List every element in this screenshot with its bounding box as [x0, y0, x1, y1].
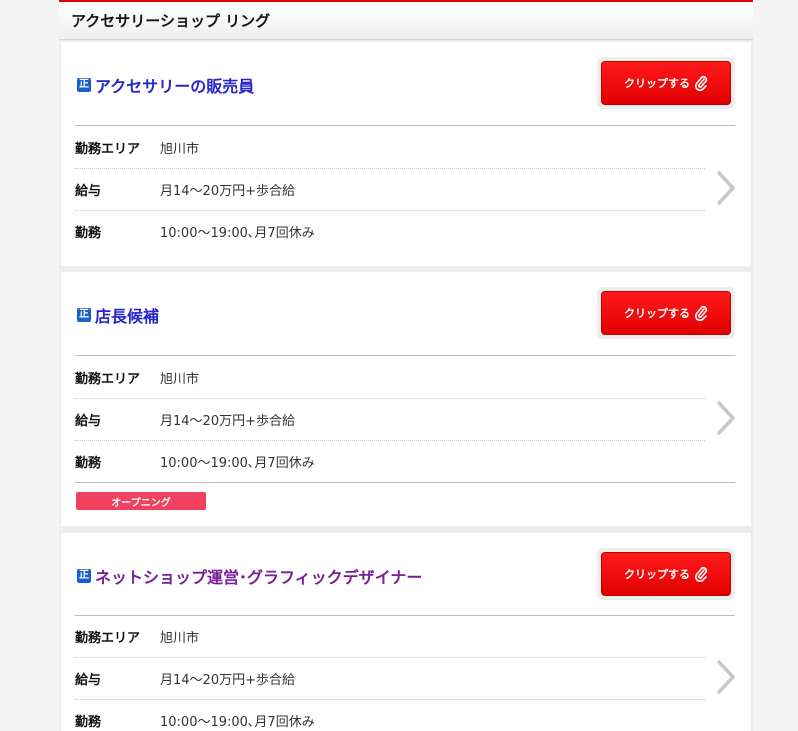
clip-button-label: クリップする: [624, 568, 690, 581]
info-row-area: 勤務エリア 旭川市: [75, 126, 705, 169]
hours-label: 勤務: [75, 225, 102, 241]
job-card[interactable]: 正 店長候補 クリップする 勤務エリア 旭川市 給与 月14〜20万円+歩合給: [61, 272, 751, 526]
job-title-link[interactable]: 正 店長候補: [77, 303, 159, 327]
clip-button-label: クリップする: [624, 77, 690, 90]
area-value: 旭川市: [160, 371, 200, 387]
info-row-hours: 勤務 10:00〜19:00､月7回休み: [75, 440, 705, 482]
info-row-area: 勤務エリア 旭川市: [75, 615, 705, 658]
shop-name-heading: アクセサリーショップ リング: [71, 12, 271, 30]
paperclip-icon: [694, 566, 708, 582]
hours-value: 10:00〜19:00､月7回休み: [160, 225, 315, 241]
salary-label: 給与: [75, 183, 102, 199]
clip-button[interactable]: クリップする: [601, 552, 731, 596]
hours-value: 10:00〜19:00､月7回休み: [160, 455, 315, 471]
card-divider: [75, 482, 735, 483]
page: アクセサリーショップ リング 正 アクセサリーの販売員 クリップする 勤務エリア…: [0, 0, 798, 731]
info-row-hours: 勤務 10:00〜19:00､月7回休み: [75, 699, 705, 731]
section-header: アクセサリーショップ リング: [59, 0, 753, 40]
clip-button[interactable]: クリップする: [601, 61, 731, 105]
salary-label: 給与: [75, 413, 102, 429]
salary-value: 月14〜20万円+歩合給: [160, 672, 295, 688]
info-row-salary: 給与 月14〜20万円+歩合給: [75, 398, 705, 441]
chevron-right-icon[interactable]: [715, 400, 737, 436]
info-row-hours: 勤務 10:00〜19:00､月7回休み: [75, 210, 705, 252]
area-value: 旭川市: [160, 630, 200, 646]
clip-button[interactable]: クリップする: [601, 291, 731, 335]
opening-tag: オープニング: [76, 492, 206, 510]
job-title-text: アクセサリーの販売員: [95, 77, 255, 96]
job-list-container: アクセサリーショップ リング 正 アクセサリーの販売員 クリップする 勤務エリア…: [59, 0, 753, 731]
job-title-link[interactable]: 正 アクセサリーの販売員: [77, 73, 254, 97]
salary-value: 月14〜20万円+歩合給: [160, 183, 295, 199]
clip-button-label: クリップする: [624, 307, 690, 320]
clip-button-frame: クリップする: [597, 57, 735, 109]
regular-employment-badge: 正: [77, 308, 91, 322]
area-label: 勤務エリア: [75, 371, 141, 387]
salary-label: 給与: [75, 672, 102, 688]
area-label: 勤務エリア: [75, 630, 141, 646]
area-value: 旭川市: [160, 141, 200, 157]
clip-button-frame: クリップする: [597, 287, 735, 339]
hours-label: 勤務: [75, 714, 102, 730]
chevron-right-icon[interactable]: [715, 659, 737, 695]
hours-label: 勤務: [75, 455, 102, 471]
regular-employment-badge: 正: [77, 569, 91, 583]
info-row-salary: 給与 月14〜20万円+歩合給: [75, 168, 705, 211]
job-card[interactable]: 正 ネットショップ運営･グラフィックデザイナー クリップする 勤務エリア 旭川市…: [61, 533, 751, 731]
salary-value: 月14〜20万円+歩合給: [160, 413, 295, 429]
job-card[interactable]: 正 アクセサリーの販売員 クリップする 勤務エリア 旭川市 給与 月14〜20万…: [61, 42, 751, 266]
job-title-link[interactable]: 正 ネットショップ運営･グラフィックデザイナー: [77, 564, 422, 588]
paperclip-icon: [694, 75, 708, 91]
job-title-text: 店長候補: [95, 307, 160, 326]
hours-value: 10:00〜19:00､月7回休み: [160, 714, 315, 730]
regular-employment-badge: 正: [77, 78, 91, 92]
info-row-area: 勤務エリア 旭川市: [75, 356, 705, 399]
paperclip-icon: [694, 305, 708, 321]
area-label: 勤務エリア: [75, 141, 141, 157]
clip-button-frame: クリップする: [597, 548, 735, 600]
info-row-salary: 給与 月14〜20万円+歩合給: [75, 657, 705, 700]
chevron-right-icon[interactable]: [715, 170, 737, 206]
job-title-text: ネットショップ運営･グラフィックデザイナー: [95, 568, 423, 587]
